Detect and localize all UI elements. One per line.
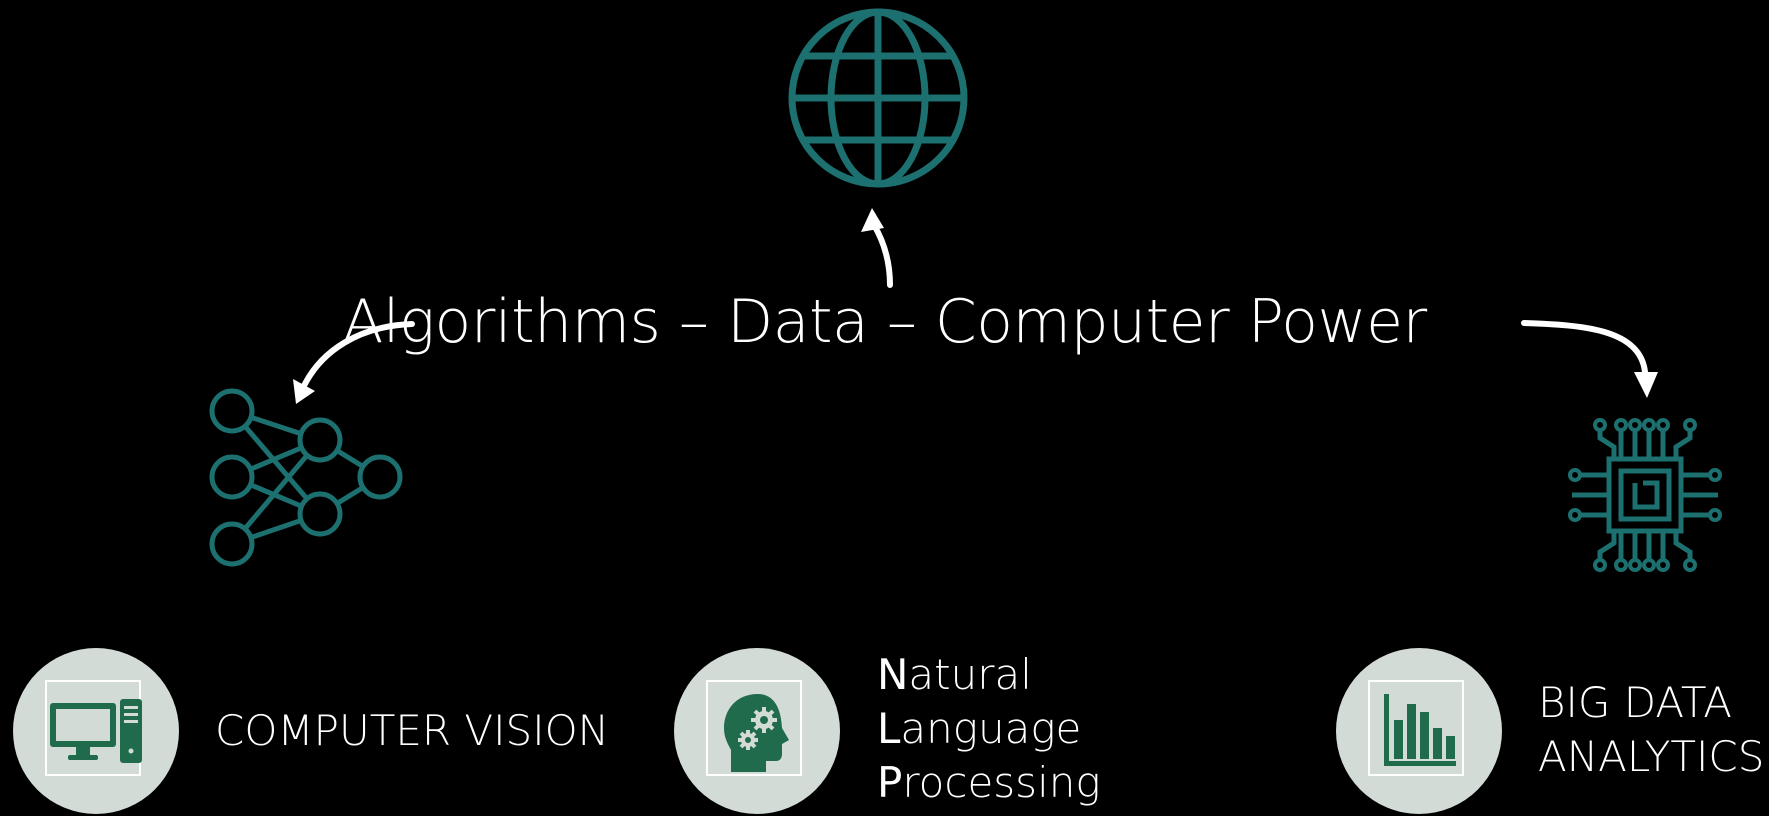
bar-chart-icon xyxy=(1384,694,1456,766)
circuit-chip-icon xyxy=(1568,418,1722,572)
big-data-line-2: ANALYTICS xyxy=(1538,732,1765,781)
arrow-head-chip xyxy=(1634,372,1658,398)
head-gears-icon xyxy=(724,694,789,772)
big-data-line-1: BIG DATA xyxy=(1538,678,1732,727)
big-data-badge xyxy=(1336,648,1502,814)
arrow-head-globe xyxy=(861,208,884,232)
nlp-label: Natural Language Processing xyxy=(877,648,1101,810)
computer-vision-label: COMPUTER VISION xyxy=(215,706,610,755)
nlp-line-natural: Natural xyxy=(877,650,1032,699)
nlp-line-processing: Processing xyxy=(877,758,1101,807)
nlp-line-language: Language xyxy=(877,704,1082,753)
desktop-computer-icon xyxy=(50,699,142,763)
big-data-label: BIG DATA ANALYTICS xyxy=(1538,676,1764,784)
headline: Algorithms – Data – Computer Power xyxy=(342,287,1427,357)
neural-network-icon xyxy=(209,388,403,567)
arrow-to-globe xyxy=(871,222,893,288)
nlp-badge xyxy=(674,648,840,814)
computer-vision-badge xyxy=(13,648,179,814)
